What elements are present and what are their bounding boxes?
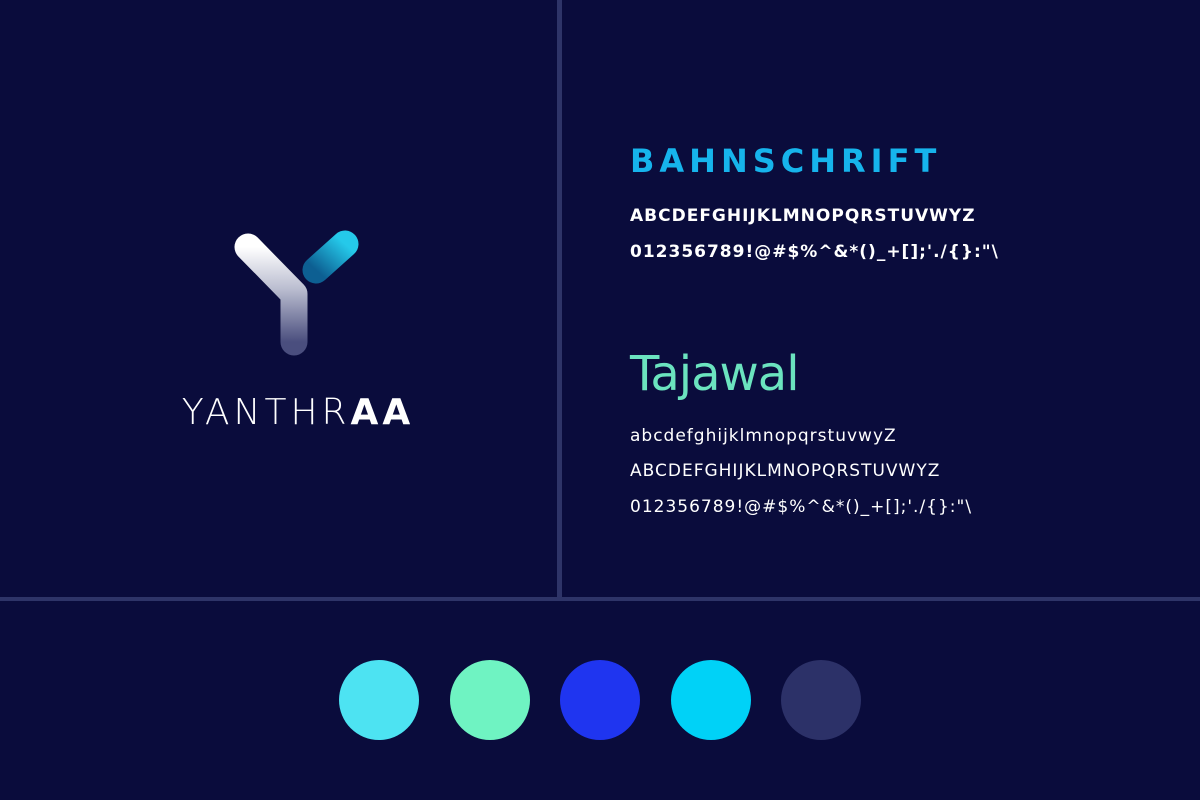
primary-font-uppercase-sample: ABCDEFGHIJKLMNOPQRSTUVWYZ — [630, 206, 976, 226]
color-swatch — [671, 660, 751, 740]
primary-font-digits-sample: 012356789!@#$%^&*()_+[];'./{}:"\ — [630, 242, 999, 262]
wordmark-light: YANTHR — [181, 392, 351, 433]
color-swatch — [781, 660, 861, 740]
secondary-font-digits-sample: 012356789!@#$%^&*()_+[];'./{}:"\ — [630, 497, 973, 517]
secondary-font-name: Tajawal — [630, 346, 800, 402]
secondary-font-uppercase-sample: ABCDEFGHIJKLMNOPQRSTUVWYZ — [630, 461, 941, 481]
color-swatch — [339, 660, 419, 740]
y-letter-logo-icon — [234, 230, 359, 356]
primary-font-name: BAHNSCHRIFT — [630, 142, 942, 180]
color-swatch — [450, 660, 530, 740]
wordmark-bold: AA — [350, 392, 415, 433]
brand-wordmark: YANTHRAA — [150, 392, 446, 433]
color-palette — [339, 660, 861, 740]
color-swatch — [560, 660, 640, 740]
vertical-divider — [557, 0, 562, 600]
secondary-font-lowercase-sample: abcdefghijklmnopqrstuvwyZ — [630, 426, 897, 446]
brand-board: YANTHRAA BAHNSCHRIFT ABCDEFGHIJKLMNOPQRS… — [0, 0, 1200, 800]
horizontal-divider — [0, 597, 1200, 601]
